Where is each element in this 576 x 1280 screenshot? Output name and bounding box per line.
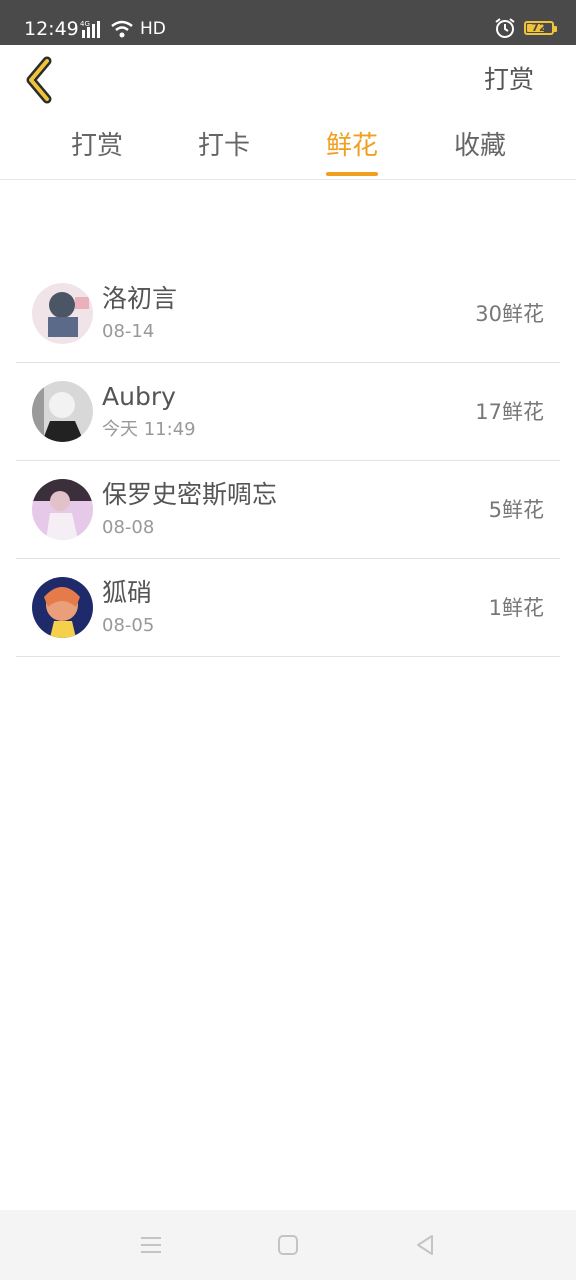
list-item[interactable]: Aubry 今天 11:49 17鲜花 (16, 363, 560, 461)
wifi-icon (111, 20, 133, 38)
network-type: HD (140, 19, 166, 39)
chevron-left-icon (26, 56, 52, 104)
tab-flowers[interactable]: 鲜花 (297, 128, 407, 164)
item-flower-count: 1鲜花 (488, 596, 544, 620)
item-name: 洛初言 (102, 284, 178, 313)
status-time: 12:49 (24, 18, 79, 40)
svg-text:4G: 4G (80, 20, 90, 28)
avatar (32, 577, 93, 638)
reward-action-button[interactable]: 打赏 (484, 63, 534, 97)
battery-tip (554, 26, 557, 32)
battery-percent: 72 (531, 21, 547, 34)
item-name: 保罗史密斯啁忘 (102, 480, 278, 509)
system-nav-bar (0, 1210, 576, 1280)
item-flower-count: 5鲜花 (488, 498, 544, 522)
status-network-group: 4G HD (80, 16, 166, 42)
avatar (32, 479, 93, 540)
tab-favorites[interactable]: 收藏 (425, 128, 535, 164)
tab-reward[interactable]: 打赏 (42, 128, 152, 164)
item-name: Aubry (102, 382, 176, 411)
item-date: 今天 11:49 (102, 419, 196, 440)
item-date: 08-05 (102, 615, 155, 636)
tab-bar: 打赏 打卡 鲜花 收藏 (0, 118, 576, 180)
menu-icon[interactable] (138, 1232, 164, 1258)
item-flower-count: 17鲜花 (475, 400, 544, 424)
item-date: 08-14 (102, 321, 155, 342)
status-bar: 12:49 4G HD 72 (0, 0, 576, 45)
alarm-icon (495, 18, 515, 38)
list-item[interactable]: 狐硝 08-05 1鲜花 (16, 559, 560, 657)
signal-icon: 4G (80, 20, 100, 38)
list-item[interactable]: 洛初言 08-14 30鲜花 (16, 265, 560, 363)
avatar (32, 381, 93, 442)
avatar (32, 283, 93, 344)
triangle-back-icon[interactable] (412, 1232, 438, 1258)
status-right-group: 72 (494, 17, 557, 39)
flower-list: 洛初言 08-14 30鲜花 Aubry 今天 11:49 17鲜花 保罗史密斯… (16, 265, 560, 657)
item-flower-count: 30鲜花 (475, 302, 544, 326)
home-icon[interactable] (275, 1232, 301, 1258)
item-name: 狐硝 (102, 578, 153, 607)
back-button[interactable] (14, 55, 64, 105)
list-item[interactable]: 保罗史密斯啁忘 08-08 5鲜花 (16, 461, 560, 559)
tab-active-indicator (326, 172, 378, 176)
battery-icon: 72 (524, 21, 557, 35)
tab-checkin[interactable]: 打卡 (169, 128, 279, 164)
item-date: 08-08 (102, 517, 155, 538)
nav-bar: 打赏 (0, 45, 576, 115)
